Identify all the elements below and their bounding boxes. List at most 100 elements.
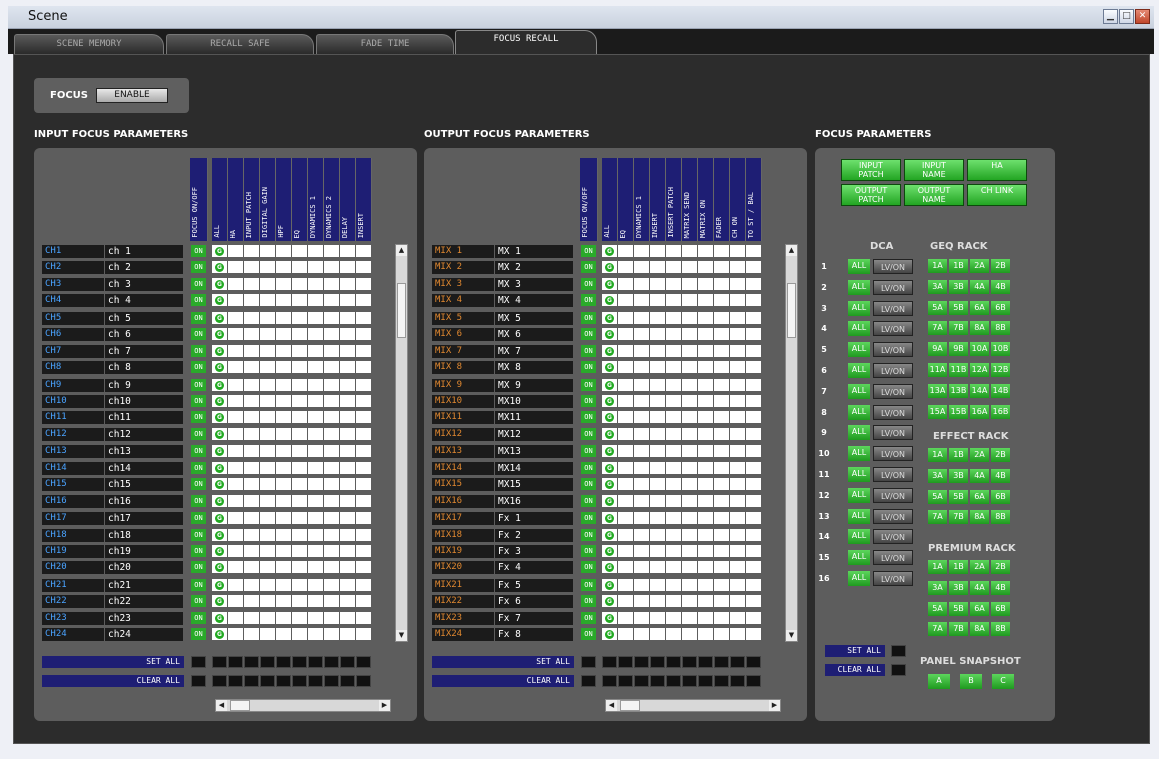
input-param-cell[interactable] — [340, 378, 355, 391]
input-param-cell[interactable] — [260, 579, 275, 591]
input-param-cell[interactable] — [244, 311, 259, 324]
geq-16b-button[interactable]: 16B — [991, 404, 1010, 419]
input-set-all-param-button[interactable] — [324, 656, 339, 668]
output-param-cell[interactable] — [634, 512, 649, 525]
output-param-cell[interactable] — [698, 461, 713, 474]
input-channel-name[interactable]: ch 4 — [105, 294, 183, 308]
scroll-up-icon[interactable]: ▲ — [396, 245, 407, 256]
geq-14b-button[interactable]: 14B — [991, 383, 1010, 398]
output-focus-on-button[interactable]: ON — [581, 328, 596, 341]
output-param-cell[interactable] — [746, 361, 761, 373]
output-channel-name[interactable]: Fx 2 — [495, 528, 573, 542]
output-param-cell[interactable] — [714, 595, 729, 608]
input-all-cell[interactable]: G — [212, 595, 227, 608]
output-channel-name[interactable]: MX13 — [495, 445, 573, 459]
dca-lvon-button[interactable]: LV/ON — [873, 259, 913, 274]
input-all-cell[interactable]: G — [212, 344, 227, 357]
output-all-cell[interactable]: G — [602, 261, 617, 274]
output-param-cell[interactable] — [746, 545, 761, 557]
output-param-cell[interactable] — [650, 344, 665, 357]
input-focus-on-button[interactable]: ON — [191, 395, 206, 407]
input-param-cell[interactable] — [276, 361, 291, 373]
dca-all-button[interactable]: ALL — [848, 342, 870, 358]
output-param-cell[interactable] — [714, 478, 729, 491]
input-param-cell[interactable] — [356, 628, 371, 641]
output-param-cell[interactable] — [698, 328, 713, 341]
output-param-cell[interactable] — [730, 579, 745, 591]
geq-11b-button[interactable]: 11B — [949, 363, 968, 377]
input-param-cell[interactable] — [260, 427, 275, 440]
output-param-cell[interactable] — [650, 545, 665, 557]
input-param-cell[interactable] — [292, 411, 307, 424]
scroll-left-icon[interactable]: ◀ — [606, 700, 617, 711]
input-clear-all-param-button[interactable] — [292, 675, 307, 687]
input-param-cell[interactable] — [228, 378, 243, 391]
dca-all-button[interactable]: ALL — [848, 529, 870, 545]
input-all-cell[interactable]: G — [212, 277, 227, 290]
input-param-cell[interactable] — [292, 461, 307, 474]
dca-lvon-button[interactable]: LV/ON — [873, 321, 913, 337]
output-focus-on-button[interactable]: ON — [581, 427, 596, 440]
input-set-all-param-button[interactable] — [308, 656, 323, 668]
geq-3a-button[interactable]: 3A — [928, 279, 947, 294]
output-param-cell[interactable] — [666, 545, 681, 557]
output-param-cell[interactable] — [698, 294, 713, 307]
effect-4a-button[interactable]: 4A — [970, 468, 989, 483]
geq-5b-button[interactable]: 5B — [949, 300, 968, 315]
output-all-cell[interactable]: G — [602, 461, 617, 474]
output-all-cell[interactable]: G — [602, 478, 617, 491]
output-param-cell[interactable] — [634, 427, 649, 440]
output-param-cell[interactable] — [666, 561, 681, 574]
input-param-cell[interactable] — [324, 294, 339, 307]
scroll-down-icon[interactable]: ▼ — [786, 630, 797, 641]
input-channel-name[interactable]: ch14 — [105, 461, 183, 475]
input-param-cell[interactable] — [244, 545, 259, 557]
geq-8a-button[interactable]: 8A — [970, 321, 989, 336]
geq-1b-button[interactable]: 1B — [949, 259, 968, 273]
output-channel-name[interactable]: Fx 8 — [495, 628, 573, 642]
output-param-cell[interactable] — [746, 478, 761, 491]
input-param-cell[interactable] — [292, 528, 307, 541]
dca-all-button[interactable]: ALL — [848, 425, 870, 441]
effect-5b-button[interactable]: 5B — [949, 489, 968, 504]
scroll-up-icon[interactable]: ▲ — [786, 245, 797, 256]
output-param-cell[interactable] — [698, 427, 713, 440]
input-param-cell[interactable] — [276, 311, 291, 324]
input-param-cell[interactable] — [244, 277, 259, 290]
input-channel-name[interactable]: ch 8 — [105, 361, 183, 374]
dca-lvon-button[interactable]: LV/ON — [873, 279, 913, 295]
output-channel-name[interactable]: Fx 4 — [495, 561, 573, 575]
input-channel-name[interactable]: ch11 — [105, 411, 183, 425]
output-param-cell[interactable] — [682, 528, 697, 541]
output-clear-all-param-button[interactable] — [698, 675, 713, 687]
output-param-cell[interactable] — [666, 628, 681, 641]
geq-5a-button[interactable]: 5A — [928, 300, 947, 315]
geq-2b-button[interactable]: 2B — [991, 259, 1010, 273]
effect-5a-button[interactable]: 5A — [928, 489, 947, 504]
output-channel-name[interactable]: Fx 6 — [495, 595, 573, 609]
dca-all-button[interactable]: ALL — [848, 446, 870, 462]
input-param-cell[interactable] — [260, 445, 275, 458]
input-set-all-all-button[interactable] — [212, 656, 227, 668]
geq-14a-button[interactable]: 14A — [970, 383, 989, 398]
geq-12b-button[interactable]: 12B — [991, 363, 1010, 377]
effect-2b-button[interactable]: 2B — [991, 448, 1010, 462]
output-param-cell[interactable] — [650, 361, 665, 373]
output-param-cell[interactable] — [650, 494, 665, 507]
output-param-cell[interactable] — [666, 478, 681, 491]
input-param-cell[interactable] — [228, 427, 243, 440]
input-channel-name[interactable]: ch10 — [105, 395, 183, 408]
output-channel-name[interactable]: MX 9 — [495, 378, 573, 392]
input-clear-all-all-button[interactable] — [212, 675, 227, 687]
tab-fade-time[interactable]: FADE TIME — [316, 34, 454, 54]
output-param-cell[interactable] — [650, 595, 665, 608]
input-set-all-param-button[interactable] — [356, 656, 371, 668]
effect-7b-button[interactable]: 7B — [949, 510, 968, 525]
scroll-down-icon[interactable]: ▼ — [396, 630, 407, 641]
input-param-cell[interactable] — [228, 311, 243, 324]
output-param-cell[interactable] — [698, 395, 713, 407]
output-param-cell[interactable] — [666, 344, 681, 357]
input-param-cell[interactable] — [292, 445, 307, 458]
output-vscroll-thumb[interactable] — [787, 283, 796, 338]
input-channel-name[interactable]: ch13 — [105, 445, 183, 459]
